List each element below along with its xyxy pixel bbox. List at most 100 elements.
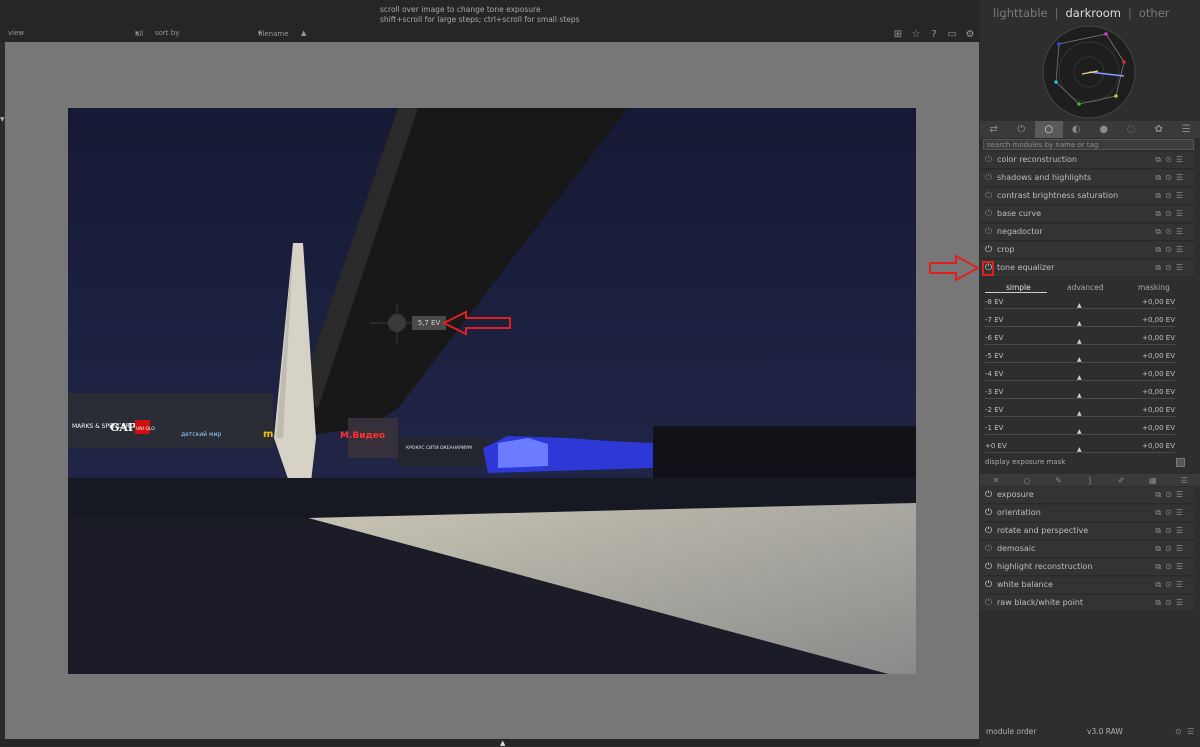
blend-raster-icon[interactable]: ▦ [1137,476,1168,485]
module-actions-icons[interactable]: ⧉⊙☰ [1155,526,1187,536]
ev-slider[interactable]: -1 EV+0,00 EV▲ [985,422,1175,440]
power-icon[interactable]: ⏻ [985,245,992,255]
module-row[interactable]: ⏻ crop ⧉⊙☰ [980,242,1195,259]
blend-off-icon[interactable]: ✕ [980,476,1011,485]
blend-uniform-icon[interactable]: ○ [1011,476,1042,485]
module-row[interactable]: ⏻negadoctor⧉⊙☰ [980,224,1195,241]
power-icon[interactable]: ⏻ [985,209,992,219]
module-order-reset-icon[interactable]: ⊙ [1175,727,1182,736]
ev-slider-handle-icon[interactable]: ▲ [1077,356,1082,363]
module-actions-icons[interactable]: ⧉⊙☰ [1155,508,1187,518]
module-actions-icons[interactable]: ⧉⊙☰ [1155,245,1187,255]
tab-simple[interactable]: simple [1006,283,1031,292]
power-icon[interactable]: ⏻ [985,173,992,183]
help-icon[interactable]: ? [928,29,940,40]
power-icon[interactable]: ⏻ [985,155,992,165]
tone-group-icon[interactable]: ◐ [1063,124,1091,135]
module-row[interactable]: ⏻color reconstruction⧉⊙☰ [980,152,1195,169]
group-menu-icon[interactable]: ☰ [1173,124,1200,135]
module-actions-icons[interactable]: ⧉⊙☰ [1155,191,1187,201]
module-actions-icons[interactable]: ⧉⊙☰ [1155,562,1187,572]
ev-slider[interactable]: -6 EV+0,00 EV▲ [985,332,1175,350]
module-name: demosaic [997,544,1035,553]
ev-slider-handle-icon[interactable]: ▲ [1077,428,1082,435]
module-row[interactable]: ⏻exposure⧉⊙☰ [980,487,1195,504]
grouping-icon[interactable]: ⊞ [892,29,904,40]
module-row[interactable]: ⏻orientation⧉⊙☰ [980,505,1195,522]
view-darkroom[interactable]: darkroom [1066,6,1121,20]
module-actions-icons[interactable]: ⧉⊙☰ [1155,155,1187,165]
effect-group-icon[interactable]: ✿ [1145,124,1173,135]
power-icon[interactable]: ⏻ [985,508,992,518]
ev-slider-handle-icon[interactable]: ▲ [1077,374,1082,381]
ev-slider[interactable]: -3 EV+0,00 EV▲ [985,386,1175,404]
module-actions-icons[interactable]: ⧉⊙☰ [1155,598,1187,608]
power-icon[interactable]: ⏻ [985,191,992,201]
module-search-input[interactable]: search modules by name or tag [983,139,1194,150]
power-icon[interactable]: ⏻ [985,490,992,500]
module-order-menu-icon[interactable]: ☰ [1187,727,1194,736]
module-row[interactable]: ⏻raw black/white point⧉⊙☰ [980,595,1195,612]
module-order-value[interactable]: v3.0 RAW [1087,727,1123,736]
shortcuts-icon[interactable]: ▭ [946,29,958,40]
sort-field-select[interactable]: filename ▾ [258,29,262,37]
module-row[interactable]: ⏻ demosaic ⧉⊙☰ [980,541,1195,558]
ev-slider[interactable]: -4 EV+0,00 EV▲ [985,368,1175,386]
base-group-icon[interactable]: ○ [1035,121,1063,138]
power-icon[interactable]: ⏻ [985,227,992,237]
power-icon[interactable]: ⏻ [985,580,992,590]
ev-slider[interactable]: -2 EV+0,00 EV▲ [985,404,1175,422]
quick-access-icon[interactable]: ⇄ [980,124,1008,135]
power-icon[interactable]: ⏻ [985,544,992,554]
power-icon[interactable]: ⏻ [985,598,992,608]
module-name: crop [997,245,1014,254]
module-actions-icons[interactable]: ⧉⊙☰ [1155,544,1187,554]
expand-left-panel-icon[interactable]: ▼ [0,116,5,123]
power-icon[interactable]: ⏻ [985,562,992,572]
ev-slider-handle-icon[interactable]: ▲ [1077,392,1082,399]
ev-slider[interactable]: +0 EV+0,00 EV▲ [985,440,1175,458]
star-icon[interactable]: ☆ [910,29,922,40]
collection-filter[interactable]: all ▾ [135,29,139,37]
module-row[interactable]: ⏻contrast brightness saturation⧉⊙☰ [980,188,1195,205]
ev-slider-handle-icon[interactable]: ▲ [1077,338,1082,345]
correct-group-icon[interactable]: ◌ [1118,124,1146,135]
blend-drawn-parametric-icon[interactable]: ✐ [1106,476,1137,485]
module-row[interactable]: ⏻shadows and highlights⧉⊙☰ [980,170,1195,187]
view-other[interactable]: other [1139,6,1170,20]
module-actions-icons[interactable]: ⧉⊙☰ [1155,209,1187,219]
gear-icon[interactable]: ⚙ [964,29,976,40]
ev-slider-handle-icon[interactable]: ▲ [1077,302,1082,309]
display-exposure-mask: display exposure mask [985,458,1190,470]
blend-drawn-icon[interactable]: ✎ [1043,476,1074,485]
sort-order-icon[interactable]: ▲ [301,29,306,37]
vectorscope[interactable] [1034,24,1144,120]
ev-slider[interactable]: -7 EV+0,00 EV▲ [985,314,1175,332]
power-icon[interactable]: ⏻ [985,526,992,536]
ev-slider[interactable]: -5 EV+0,00 EV▲ [985,350,1175,368]
blend-parametric-icon[interactable]: ⟆ [1074,476,1105,485]
module-row[interactable]: ⏻rotate and perspective⧉⊙☰ [980,523,1195,540]
module-actions-icons[interactable]: ⧉⊙☰ [1155,580,1187,590]
tab-advanced[interactable]: advanced [1067,283,1104,292]
ev-slider-handle-icon[interactable]: ▲ [1077,410,1082,417]
active-modules-icon[interactable]: ⏻ [1008,124,1036,135]
ev-slider[interactable]: -8 EV+0,00 EV▲ [985,296,1175,314]
sign-mvideo: M.Видео [340,431,385,441]
photo-preview[interactable]: MARKS & SPENCER GAP UNI QLO детский мир … [68,108,916,674]
module-row[interactable]: ⏻highlight reconstruction⧉⊙☰ [980,559,1195,576]
module-row[interactable]: ⏻white balance⧉⊙☰ [980,577,1195,594]
blend-menu-icon[interactable]: ☰ [1169,476,1200,485]
display-exposure-mask-toggle[interactable] [1176,458,1185,467]
module-row[interactable]: ⏻base curve⧉⊙☰ [980,206,1195,223]
ev-slider-handle-icon[interactable]: ▲ [1077,320,1082,327]
module-actions-icons[interactable]: ⧉⊙☰ [1155,227,1187,237]
tab-masking[interactable]: masking [1138,283,1170,292]
view-lighttable[interactable]: lighttable [993,6,1048,20]
ev-slider-handle-icon[interactable]: ▲ [1077,446,1082,453]
color-group-icon[interactable]: ● [1090,124,1118,135]
module-actions-icons[interactable]: ⧉⊙☰ [1155,490,1187,500]
module-actions-icons[interactable]: ⧉⊙☰ [1155,173,1187,183]
module-row[interactable]: ⏻tone equalizer⧉⊙☰ [980,260,1195,277]
module-actions-icons[interactable]: ⧉⊙☰ [1155,263,1187,273]
